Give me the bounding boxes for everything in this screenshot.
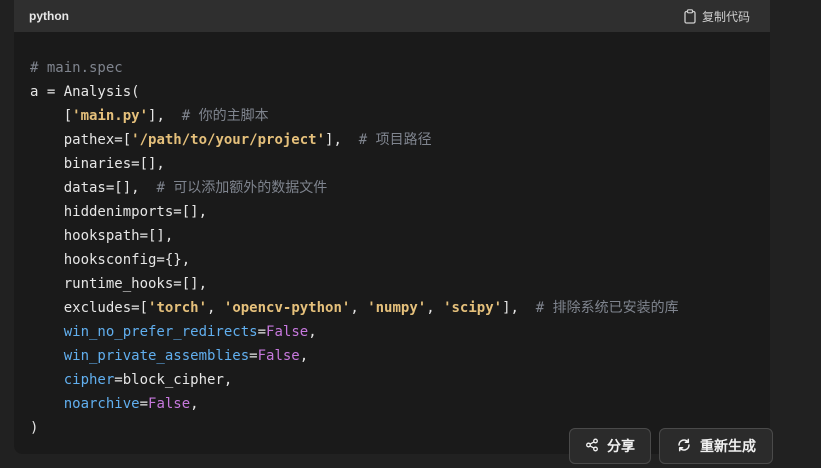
code-token: 'opencv-python' — [223, 300, 351, 316]
code-token: 'torch' — [148, 300, 208, 316]
code-language-label: python — [29, 9, 69, 23]
clipboard-icon — [684, 8, 696, 24]
code-token: # 排除系统已安装的库 — [535, 300, 679, 316]
share-label: 分享 — [607, 438, 635, 454]
code-token: ], — [148, 108, 182, 124]
code-token: ], — [502, 300, 536, 316]
code-token: , — [308, 324, 317, 340]
code-token: ) — [30, 420, 39, 436]
code-token: pathex=[ — [30, 132, 132, 148]
code-line: excludes=['torch', 'opencv-python', 'num… — [30, 296, 770, 320]
code-line: win_no_prefer_redirects=False, — [30, 320, 770, 344]
code-line: datas=[], # 可以添加额外的数据文件 — [30, 176, 770, 200]
code-token: , — [426, 300, 444, 316]
code-line: noarchive=False, — [30, 392, 770, 416]
share-icon — [585, 438, 599, 455]
code-token: = — [257, 324, 267, 340]
code-block: python 复制代码 # main.spec a = Analysis( ['m… — [14, 0, 770, 454]
code-header: python 复制代码 — [14, 0, 770, 32]
code-token: hiddenimports=[], — [30, 204, 208, 220]
code-token: excludes=[ — [30, 300, 149, 316]
code-line: ['main.py'], # 你的主脚本 — [30, 104, 770, 128]
refresh-icon — [676, 437, 692, 456]
code-token: [ — [30, 108, 73, 124]
code-line: # main.spec — [30, 56, 770, 80]
code-token: ], — [325, 132, 359, 148]
regenerate-label: 重新生成 — [700, 438, 756, 454]
code-token: noarchive — [63, 396, 140, 412]
code-token: , — [299, 348, 309, 364]
code-token: False — [266, 324, 309, 340]
copy-code-button[interactable]: 复制代码 — [684, 6, 750, 26]
code-token: = — [249, 348, 258, 364]
code-token: a = Analysis( — [30, 84, 140, 100]
code-token: binaries=[], — [30, 156, 165, 172]
code-line: win_private_assemblies=False, — [30, 344, 770, 368]
code-token: False — [257, 348, 300, 364]
code-line: pathex=['/path/to/your/project'], # 项目路径 — [30, 128, 770, 152]
code-token: # 可以添加额外的数据文件 — [156, 180, 328, 196]
code-token: datas=[], — [30, 180, 157, 196]
code-token: win_no_prefer_redirects — [63, 324, 258, 340]
code-token: 'numpy' — [367, 300, 427, 316]
code-token: '/path/to/your/project' — [131, 132, 326, 148]
code-token: False — [148, 396, 191, 412]
code-content: # main.spec a = Analysis( ['main.py'], # … — [30, 56, 770, 440]
code-token: , — [350, 300, 368, 316]
code-line: a = Analysis( — [30, 80, 770, 104]
code-token: hooksconfig={}, — [30, 252, 191, 268]
code-token: # 项目路径 — [358, 132, 432, 148]
code-token: 'scipy' — [443, 300, 503, 316]
code-line: cipher=block_cipher, — [30, 368, 770, 392]
code-token: 'main.py' — [72, 108, 149, 124]
code-line: hookspath=[], — [30, 224, 770, 248]
code-token: hookspath=[], — [30, 228, 174, 244]
copy-code-label: 复制代码 — [701, 9, 750, 24]
code-token: , — [190, 396, 199, 412]
code-line: hooksconfig={}, — [30, 248, 770, 272]
regenerate-button[interactable]: 重新生成 — [659, 428, 773, 464]
code-line: runtime_hooks=[], — [30, 272, 770, 296]
share-button[interactable]: 分享 — [569, 428, 651, 464]
code-token: = — [139, 396, 149, 412]
code-token: runtime_hooks=[], — [30, 276, 208, 292]
code-line: hiddenimports=[], — [30, 200, 770, 224]
code-token: # main.spec — [30, 60, 123, 76]
code-token: =block_cipher, — [114, 372, 233, 388]
code-token: cipher — [63, 372, 115, 388]
code-token: # 你的主脚本 — [181, 108, 269, 124]
code-token: win_private_assemblies — [63, 348, 250, 364]
code-body: # main.spec a = Analysis( ['main.py'], # … — [14, 32, 770, 454]
code-line: binaries=[], — [30, 152, 770, 176]
code-token: , — [207, 300, 224, 316]
